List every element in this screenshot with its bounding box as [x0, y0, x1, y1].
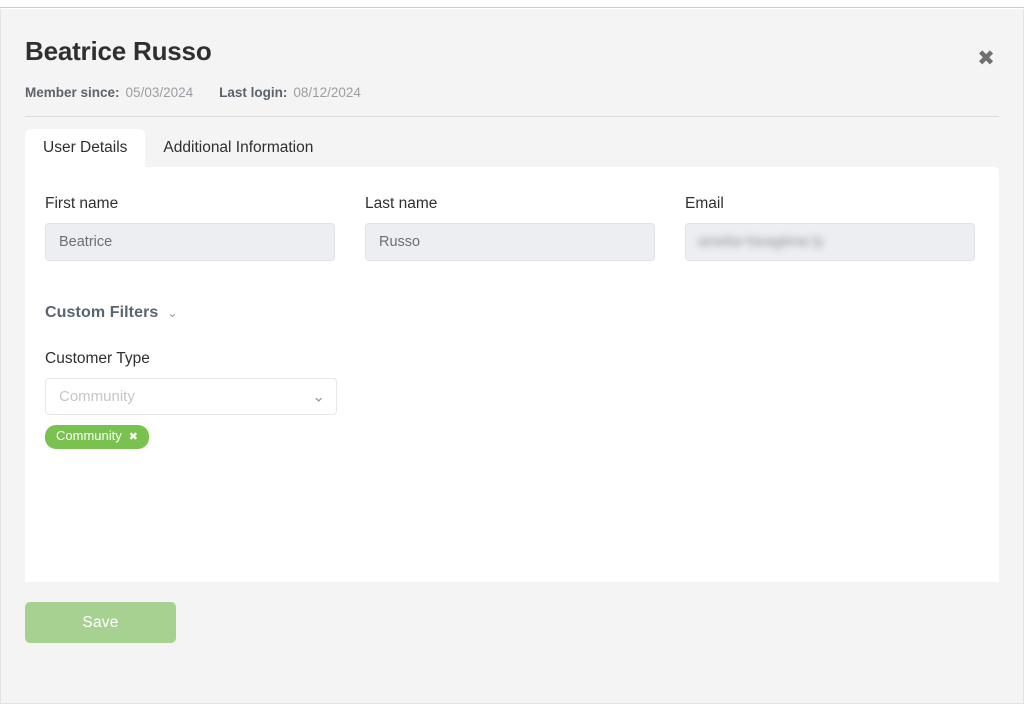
chip-remove-icon[interactable]: ✖ [129, 431, 138, 442]
member-meta: Member since: 05/03/2024 Last login: 08/… [25, 85, 999, 100]
customer-type-select-wrapper: Community ⌄ [45, 378, 337, 415]
email-label: Email [685, 195, 975, 213]
background-divider [0, 7, 1024, 8]
chip-community[interactable]: Community ✖ [45, 425, 149, 448]
customer-type-select-value: Community [59, 388, 135, 405]
customer-type-select[interactable]: Community [45, 378, 337, 415]
chevron-down-icon: ⌄ [167, 307, 177, 319]
first-name-input[interactable] [45, 223, 335, 261]
tab-user-details[interactable]: User Details [25, 129, 145, 168]
customer-type-chip-row: Community ✖ [45, 425, 337, 448]
email-field-group: Email amelia+beagtime.ly [685, 195, 975, 261]
custom-filters-title: Custom Filters [45, 304, 158, 322]
last-name-field-group: Last name [365, 195, 655, 261]
custom-filters-toggle[interactable]: Custom Filters ⌄ [45, 304, 177, 322]
email-input-wrapper: amelia+beagtime.ly [685, 223, 975, 261]
member-since-label: Member since: [25, 85, 120, 100]
page-title: Beatrice Russo [25, 37, 999, 67]
user-details-modal: Beatrice Russo ✖ Member since: 05/03/202… [0, 9, 1024, 704]
email-input[interactable] [685, 223, 975, 261]
modal-footer: Save [1, 582, 1023, 643]
modal-header: Beatrice Russo ✖ Member since: 05/03/202… [1, 9, 1023, 100]
first-name-field-group: First name [45, 195, 335, 261]
chip-label: Community [56, 429, 122, 443]
last-login-label: Last login: [219, 85, 287, 100]
last-name-label: Last name [365, 195, 655, 213]
last-name-input[interactable] [365, 223, 655, 261]
last-login-value: 08/12/2024 [293, 85, 361, 100]
name-email-field-row: First name Last name Email amelia+beagti… [45, 195, 975, 261]
tab-additional-information[interactable]: Additional Information [145, 129, 331, 168]
tab-strip: User Details Additional Information [1, 117, 1023, 168]
save-button[interactable]: Save [25, 602, 176, 643]
app-root: Beatrice Russo ✖ Member since: 05/03/202… [0, 0, 1024, 704]
member-since-value: 05/03/2024 [126, 85, 194, 100]
first-name-label: First name [45, 195, 335, 213]
tab-panel-user-details: First name Last name Email amelia+beagti… [25, 167, 999, 582]
customer-type-filter-group: Customer Type Community ⌄ Community ✖ [45, 350, 337, 448]
customer-type-label: Customer Type [45, 350, 337, 368]
close-icon[interactable]: ✖ [973, 45, 999, 71]
